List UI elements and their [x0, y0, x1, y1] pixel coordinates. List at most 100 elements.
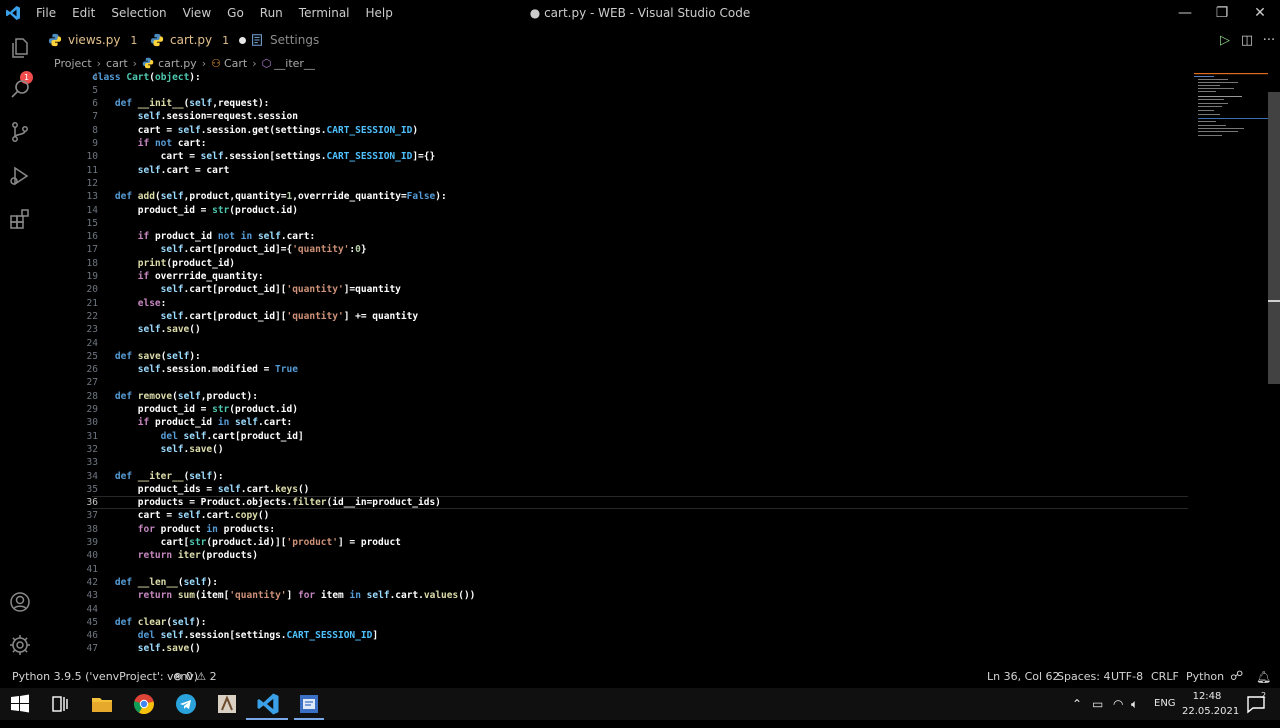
chevron-right-icon: ›: [132, 56, 138, 70]
extensions-icon[interactable]: [8, 207, 32, 231]
code-line[interactable]: product_id = str(product.id): [92, 204, 298, 217]
menu-edit[interactable]: Edit: [64, 6, 103, 20]
line-number: 37: [86, 510, 98, 522]
eol-status[interactable]: CRLF: [1151, 666, 1179, 688]
run-debug-icon[interactable]: [8, 164, 32, 188]
clock-date[interactable]: 22.05.2021: [1182, 696, 1239, 728]
code-line[interactable]: return sum(item['quantity'] for item in …: [92, 589, 476, 602]
battery-icon[interactable]: ▭: [1092, 688, 1103, 720]
run-python-file-button[interactable]: ▷: [1214, 33, 1236, 48]
chrome-icon[interactable]: [132, 692, 156, 716]
code-line[interactable]: self.cart[product_id]={'quantity':0}: [92, 243, 367, 256]
line-number: 33: [86, 457, 98, 469]
tab-cart-py[interactable]: cart.py 1: [150, 26, 247, 54]
code-line[interactable]: self.cart[product_id]['quantity'] += qua…: [92, 310, 418, 323]
input-language[interactable]: ENG: [1154, 688, 1176, 720]
menu-run[interactable]: Run: [252, 6, 291, 20]
python-interpreter-status[interactable]: Python 3.9.5 ('venvProject': venv): [12, 666, 198, 688]
app-icon[interactable]: [215, 692, 239, 716]
menu-selection[interactable]: Selection: [103, 6, 174, 20]
scrollbar-cursor-marker: [1268, 300, 1280, 302]
tab-problem-count: 1: [130, 33, 138, 47]
line-number: 8: [92, 124, 98, 136]
code-line[interactable]: def __init__(self,request):: [92, 97, 270, 110]
menu-file[interactable]: File: [28, 6, 64, 20]
breadcrumb-file[interactable]: cart.py: [158, 57, 197, 70]
problems-status[interactable]: ⊗ 0 ⚠ 2: [173, 666, 217, 688]
chevron-up-icon[interactable]: ⌃: [1072, 688, 1082, 720]
code-line[interactable]: del self.cart[product_id]: [92, 430, 304, 443]
breadcrumb-class[interactable]: Cart: [224, 57, 247, 70]
code-line[interactable]: self.save(): [92, 642, 201, 655]
indentation-status[interactable]: Spaces: 4: [1057, 666, 1110, 688]
file-explorer-icon[interactable]: [90, 692, 114, 716]
code-line[interactable]: cart = self.cart.copy(): [92, 509, 270, 522]
code-line[interactable]: def __iter__(self):: [92, 470, 224, 483]
minimap[interactable]: [1190, 70, 1268, 150]
breadcrumb-method[interactable]: __iter__: [274, 57, 315, 70]
encoding-status[interactable]: UTF-8: [1111, 666, 1143, 688]
code-line[interactable]: self.save(): [92, 443, 224, 456]
code-line[interactable]: self.session.modified = True: [92, 363, 298, 376]
code-line[interactable]: def save(self):: [92, 350, 201, 363]
visual-studio-icon[interactable]: [297, 692, 321, 716]
task-view-icon[interactable]: [48, 692, 72, 716]
more-actions-button[interactable]: ···: [1258, 33, 1280, 48]
editor-scrollbar[interactable]: [1268, 92, 1280, 384]
code-line[interactable]: products = Product.objects.filter(id__in…: [92, 496, 441, 509]
vscode-icon[interactable]: [256, 692, 280, 716]
volume-icon[interactable]: 🔈︎: [1131, 688, 1138, 720]
code-line[interactable]: product_id = str(product.id): [92, 403, 298, 416]
telegram-icon[interactable]: [174, 692, 198, 716]
code-line[interactable]: print(product_id): [92, 257, 235, 270]
wifi-icon[interactable]: ◠: [1113, 688, 1123, 720]
menu-terminal[interactable]: Terminal: [291, 6, 358, 20]
code-line[interactable]: def remove(self,product):: [92, 390, 258, 403]
taskbar: ⌃ ▭ ◠ 🔈︎ ENG 12:48 22.05.2021 2: [0, 688, 1280, 720]
code-line[interactable]: product_ids = self.cart.keys(): [92, 483, 310, 496]
settings-gear-icon[interactable]: [8, 633, 32, 657]
code-line[interactable]: cart = self.session.get(settings.CART_SE…: [92, 124, 418, 137]
code-line[interactable]: cart = self.session[settings.CART_SESSIO…: [92, 150, 436, 163]
code-line[interactable]: self.cart[product_id]['quantity']=quanti…: [92, 283, 401, 296]
menu-go[interactable]: Go: [219, 6, 252, 20]
code-line[interactable]: class Cart(object):: [92, 71, 201, 84]
search-icon[interactable]: [8, 77, 32, 101]
feedback-icon[interactable]: ☍: [1230, 666, 1243, 688]
tab-settings[interactable]: Settings: [250, 26, 319, 54]
cursor-position-status[interactable]: Ln 36, Col 62: [987, 666, 1060, 688]
code-line[interactable]: self.save(): [92, 323, 201, 336]
unsaved-dot-icon[interactable]: [239, 36, 247, 44]
code-line[interactable]: else:: [92, 297, 167, 310]
breadcrumb-project[interactable]: Project: [54, 57, 92, 70]
windows-start-icon[interactable]: [8, 692, 32, 716]
code-line[interactable]: self.cart = cart: [92, 164, 230, 177]
line-number: 31: [86, 430, 98, 442]
split-editor-button[interactable]: ◫: [1236, 33, 1258, 48]
code-line[interactable]: return iter(products): [92, 549, 258, 562]
activity-bar: 1: [0, 26, 40, 666]
tab-views-py[interactable]: views.py 1: [48, 26, 137, 54]
code-line[interactable]: if not cart:: [92, 137, 207, 150]
source-control-icon[interactable]: [8, 120, 32, 144]
editor-tabs: views.py 1 cart.py 1 Settings ▷ ◫ ···: [40, 26, 1280, 54]
code-line[interactable]: for product in products:: [92, 523, 275, 536]
account-icon[interactable]: [8, 590, 32, 614]
code-line[interactable]: if product_id in self.cart:: [92, 416, 293, 429]
breadcrumb-cart-folder[interactable]: cart: [106, 57, 128, 70]
explorer-icon[interactable]: [8, 36, 32, 60]
code-line[interactable]: cart[str(product.id)]['product'] = produ…: [92, 536, 401, 549]
code-line[interactable]: self.session=request.session: [92, 110, 298, 123]
code-line[interactable]: if overrride_quantity:: [92, 270, 264, 283]
code-editor[interactable]: 4 5 6 7 8 9 10 11 12 13 14 15 16 17 18 19 20 21 22 23 24 25 26…: [40, 70, 1188, 666]
code-line[interactable]: if product_id not in self.cart:: [92, 230, 315, 243]
code-line[interactable]: def add(self,product,quantity=1,overrrid…: [92, 190, 447, 203]
code-line[interactable]: def __len__(self):: [92, 576, 218, 589]
menu-view[interactable]: View: [175, 6, 219, 20]
line-number: 47: [86, 643, 98, 655]
close-button[interactable]: ✕: [1237, 0, 1280, 26]
code-line[interactable]: def clear(self):: [92, 616, 207, 629]
menu-help[interactable]: Help: [358, 6, 401, 20]
code-line[interactable]: del self.session[settings.CART_SESSION_I…: [92, 629, 378, 642]
line-number: 40: [86, 550, 98, 562]
